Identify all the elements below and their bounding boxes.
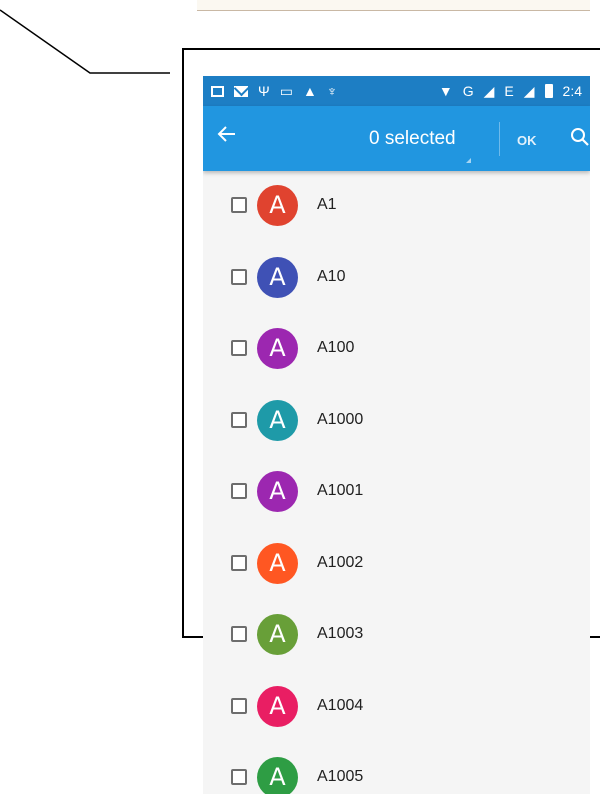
previous-screen-strip	[197, 0, 590, 11]
avatar: A	[257, 256, 298, 298]
select-checkbox[interactable]	[231, 340, 247, 356]
phone-screen: Ψ ▭ ▲ ♆ ▼ G ◢ E ◢ 2:4 0 selected OK A A1…	[203, 76, 590, 794]
list-item[interactable]: A A1	[203, 171, 590, 243]
select-checkbox[interactable]	[231, 268, 247, 285]
battery-icon	[544, 84, 553, 98]
network-type-label: G	[462, 83, 474, 99]
avatar: A	[257, 614, 298, 655]
contact-name: A1001	[317, 482, 364, 499]
list-item[interactable]: A A1002	[203, 529, 590, 601]
select-checkbox[interactable]	[231, 769, 247, 785]
toolbar: 0 selected OK	[203, 106, 590, 171]
list-item[interactable]: A A1004	[203, 672, 590, 744]
signal-icon: ◢	[483, 83, 495, 99]
select-checkbox[interactable]	[231, 411, 247, 428]
back-button[interactable]	[217, 124, 253, 154]
select-checkbox[interactable]	[231, 626, 247, 642]
list-item[interactable]: A A1003	[203, 600, 590, 672]
warning-icon: ▲	[302, 83, 317, 99]
android-icon: ♆	[326, 83, 338, 99]
contact-name: A10	[317, 267, 346, 285]
selection-count-title[interactable]: 0 selected	[369, 128, 456, 150]
network-type-2-label: E	[504, 83, 514, 99]
image-icon	[211, 85, 224, 97]
list-item[interactable]: A A10	[203, 243, 590, 315]
select-checkbox[interactable]	[231, 197, 247, 213]
arrow-left-icon	[217, 126, 235, 142]
mail-icon	[234, 85, 248, 97]
avatar: A	[257, 757, 298, 794]
search-button[interactable]	[570, 127, 590, 152]
battery-charge-icon: ▭	[279, 83, 293, 99]
avatar: A	[257, 471, 298, 512]
avatar: A	[257, 542, 298, 584]
status-bar: Ψ ▭ ▲ ♆ ▼ G ◢ E ◢ 2:4	[203, 76, 590, 106]
contact-name: A1005	[317, 768, 364, 785]
list-item[interactable]: A A1005	[203, 743, 590, 794]
avatar: A	[257, 399, 298, 441]
wifi-icon: ▼	[438, 83, 453, 99]
contact-list: A A1 A A10 A A100 A A1000 A A1001 A A1002 A A1003 A A10…	[203, 171, 590, 794]
avatar: A	[257, 328, 298, 369]
dropdown-caret-icon	[466, 158, 471, 163]
avatar: A	[257, 685, 298, 727]
select-checkbox[interactable]	[231, 697, 247, 714]
select-checkbox[interactable]	[231, 554, 247, 571]
select-checkbox[interactable]	[231, 483, 247, 499]
contact-name: A100	[317, 339, 355, 356]
toolbar-divider	[499, 122, 500, 156]
contact-name: A1003	[317, 625, 364, 642]
ok-button[interactable]: OK	[517, 133, 537, 148]
callout-line	[0, 9, 170, 74]
list-item[interactable]: A A100	[203, 314, 590, 386]
clock: 2:4	[562, 83, 582, 99]
contact-name: A1002	[317, 553, 364, 571]
contact-name: A1	[317, 196, 337, 213]
usb-icon: Ψ	[258, 83, 270, 99]
signal-2-icon: ◢	[523, 83, 535, 99]
search-icon	[571, 128, 589, 146]
contact-name: A1000	[317, 410, 364, 428]
contact-name: A1004	[317, 696, 364, 714]
avatar: A	[257, 185, 298, 226]
list-item[interactable]: A A1000	[203, 386, 590, 458]
list-item[interactable]: A A1001	[203, 457, 590, 529]
